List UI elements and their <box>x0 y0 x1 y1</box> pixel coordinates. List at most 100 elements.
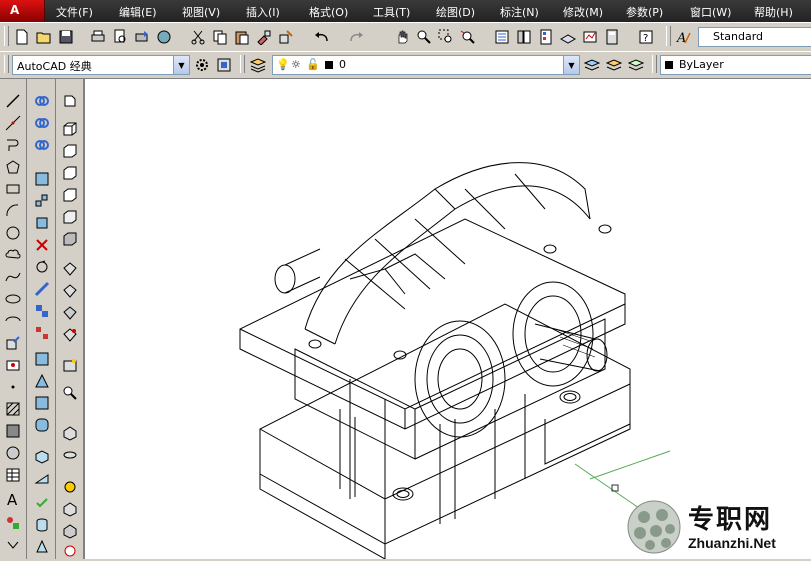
scale-icon[interactable] <box>32 257 52 277</box>
menu-view[interactable]: 视图(V) <box>182 4 220 20</box>
line-icon[interactable] <box>3 91 23 111</box>
break-icon[interactable] <box>32 349 52 369</box>
menu-dimension[interactable]: 标注(N) <box>500 4 539 20</box>
toolbar-grip[interactable] <box>240 55 245 73</box>
loft-icon[interactable] <box>60 383 80 403</box>
markup-icon[interactable] <box>580 27 600 47</box>
undo-icon[interactable] <box>312 27 332 47</box>
union-icon[interactable] <box>60 423 80 443</box>
text-style-select[interactable]: Standard <box>698 27 811 47</box>
table-icon[interactable] <box>3 465 23 485</box>
polygon-icon[interactable] <box>3 157 23 177</box>
construction-line-icon[interactable] <box>3 113 23 133</box>
open-file-icon[interactable] <box>34 27 54 47</box>
make-layer-current-icon[interactable] <box>582 55 602 75</box>
calculator-icon[interactable] <box>602 27 622 47</box>
copy-icon[interactable] <box>210 27 230 47</box>
new-file-icon[interactable] <box>12 27 32 47</box>
intersect-icon[interactable] <box>60 477 80 497</box>
array-icon[interactable] <box>32 191 52 211</box>
menu-help[interactable]: 帮助(H) <box>754 4 793 20</box>
subtract-icon[interactable] <box>60 445 80 465</box>
extrude-icon[interactable] <box>60 281 80 301</box>
paste-icon[interactable] <box>232 27 252 47</box>
sweep-icon[interactable] <box>60 325 80 345</box>
text-style-icon[interactable]: A <box>674 27 694 47</box>
cone-icon[interactable] <box>60 163 80 183</box>
polyline-icon[interactable] <box>3 135 23 155</box>
menu-format[interactable]: 格式(O) <box>309 4 348 20</box>
3d-rotate-icon[interactable] <box>60 521 80 541</box>
zoom-realtime-icon[interactable] <box>414 27 434 47</box>
layer-select[interactable]: 💡 ☼ 🔓 0 ▼ <box>272 55 580 75</box>
fillet-icon[interactable] <box>32 415 52 435</box>
chevron-down-icon[interactable] <box>3 535 23 555</box>
ellipse-arc-icon[interactable] <box>3 311 23 331</box>
3d-align-icon[interactable] <box>60 541 80 561</box>
extend-icon[interactable] <box>32 323 52 343</box>
explode-icon[interactable] <box>32 493 52 513</box>
tool-palettes-icon[interactable] <box>536 27 556 47</box>
block-editor-icon[interactable] <box>276 27 296 47</box>
pan-icon[interactable] <box>392 27 412 47</box>
layer-state-icon[interactable] <box>626 55 646 75</box>
zoom-window-icon[interactable] <box>436 27 456 47</box>
properties-icon[interactable] <box>492 27 512 47</box>
sheet-set-icon[interactable] <box>558 27 578 47</box>
zoom-previous-icon[interactable] <box>458 27 478 47</box>
toolbar-grip[interactable] <box>4 55 9 73</box>
help-icon[interactable]: ? <box>636 27 656 47</box>
move-icon[interactable] <box>32 213 52 233</box>
spline-icon[interactable] <box>3 267 23 287</box>
workspace-select[interactable]: AutoCAD 经典 ▼ <box>12 55 190 75</box>
rotate-icon[interactable] <box>32 235 52 255</box>
copy-object-icon[interactable] <box>32 113 52 133</box>
box-icon[interactable] <box>60 119 80 139</box>
drawing-canvas[interactable]: 专职网 Zhuanzhi.Net <box>84 79 811 559</box>
wedge-icon[interactable] <box>60 141 80 161</box>
mirror-icon[interactable] <box>32 135 52 155</box>
app-logo[interactable]: A <box>0 0 45 22</box>
save-icon[interactable] <box>56 27 76 47</box>
revision-cloud-icon[interactable] <box>3 245 23 265</box>
chamfer-icon[interactable] <box>32 393 52 413</box>
gradient-icon[interactable] <box>3 421 23 441</box>
menu-modify[interactable]: 修改(M) <box>563 4 603 20</box>
insert-block-icon[interactable] <box>3 333 23 353</box>
menu-parametric[interactable]: 参数(P) <box>626 4 663 20</box>
menu-tools[interactable]: 工具(T) <box>373 4 410 20</box>
erase-icon[interactable] <box>32 91 52 111</box>
toolbar-grip[interactable] <box>4 26 9 46</box>
3d-cone-icon[interactable] <box>32 537 52 557</box>
offset-icon[interactable] <box>32 169 52 189</box>
print-preview-icon[interactable] <box>110 27 130 47</box>
color-select[interactable]: ByLayer <box>660 55 811 75</box>
workspace-settings-icon[interactable] <box>192 55 212 75</box>
publish-icon[interactable] <box>132 27 152 47</box>
ellipse-icon[interactable] <box>3 289 23 309</box>
torus-icon[interactable] <box>60 229 80 249</box>
redo-icon[interactable] <box>346 27 366 47</box>
3d-move-icon[interactable] <box>60 499 80 519</box>
3d-wedge-icon[interactable] <box>32 469 52 489</box>
chevron-down-icon[interactable]: ▼ <box>173 56 189 74</box>
cylinder-icon[interactable] <box>60 207 80 227</box>
circle-icon[interactable] <box>3 223 23 243</box>
toolbar-grip[interactable] <box>666 26 671 46</box>
rectangle-icon[interactable] <box>3 179 23 199</box>
multiline-text-icon[interactable]: A <box>3 489 23 509</box>
layer-previous-icon[interactable] <box>604 55 624 75</box>
cut-icon[interactable] <box>188 27 208 47</box>
layer-manager-icon[interactable] <box>248 55 268 75</box>
hatch-icon[interactable] <box>3 399 23 419</box>
pyramid-icon[interactable] <box>60 259 80 279</box>
trim-icon[interactable] <box>32 301 52 321</box>
save-workspace-icon[interactable] <box>214 55 234 75</box>
arc-icon[interactable] <box>3 201 23 221</box>
3d-publish-icon[interactable] <box>154 27 174 47</box>
match-properties-icon[interactable] <box>254 27 274 47</box>
menu-window[interactable]: 窗口(W) <box>690 4 731 20</box>
print-icon[interactable] <box>88 27 108 47</box>
make-block-icon[interactable] <box>3 355 23 375</box>
region-icon[interactable] <box>3 443 23 463</box>
